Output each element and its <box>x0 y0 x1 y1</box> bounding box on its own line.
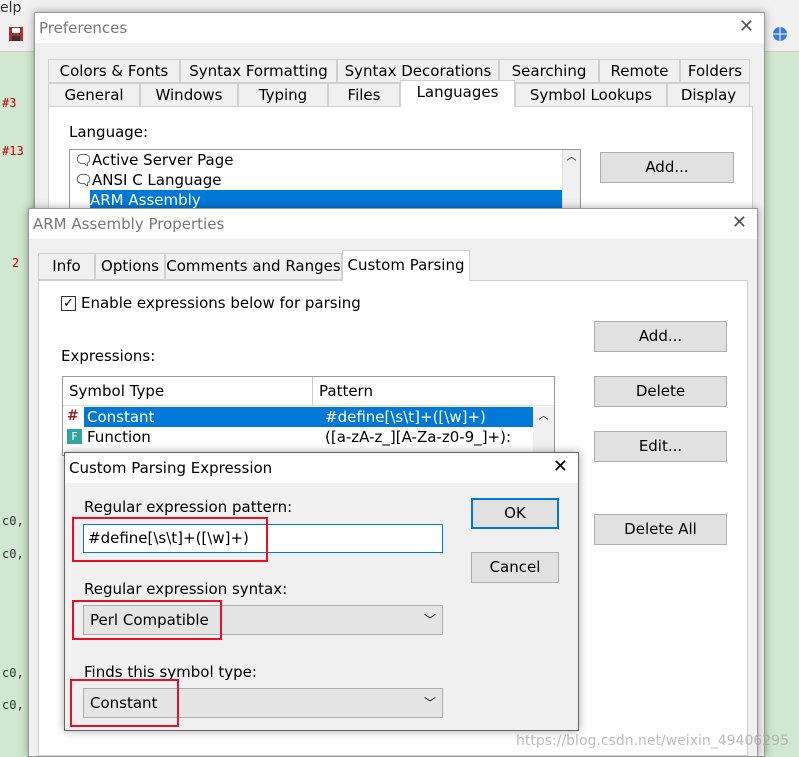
list-item[interactable]: 🗨ANSI C Language <box>70 170 563 190</box>
window-title: Preferences <box>39 19 128 37</box>
enable-checkbox[interactable]: ✓ <box>61 296 76 311</box>
enable-checkbox-label: Enable expressions below for parsing <box>81 294 361 312</box>
pattern-label: Regular expression pattern: <box>84 498 293 516</box>
expressions-label: Expressions: <box>61 347 156 365</box>
table-row[interactable]: # Constant #define[\s\t]+([\w]+) <box>63 407 533 427</box>
cell-symbol-type: Function <box>87 428 151 446</box>
edit-expression-button[interactable]: Edit... <box>594 431 727 462</box>
list-item[interactable]: 🗨Active Server Page <box>70 150 563 170</box>
tab-files[interactable]: Files <box>328 83 400 107</box>
close-icon[interactable]: ✕ <box>739 17 754 37</box>
tab-info[interactable]: Info <box>38 253 95 280</box>
tab-comments-ranges[interactable]: Comments and Ranges <box>165 253 342 280</box>
cell-pattern: ([a-zA-z_][A-Za-z0-9_]+): <box>325 428 512 446</box>
highlight-box <box>72 517 268 562</box>
delete-all-button[interactable]: Delete All <box>594 514 727 545</box>
tab-options[interactable]: Options <box>95 253 165 280</box>
code-fragment: c0, <box>2 547 24 561</box>
watermark: https://blog.csdn.net/weixin_49406295 <box>515 733 789 749</box>
gutter-number: #13 <box>2 144 24 158</box>
globe-icon[interactable] <box>772 26 788 42</box>
code-fragment: c0, <box>2 514 24 528</box>
tab-symbol-lookups[interactable]: Symbol Lookups <box>515 83 667 107</box>
code-fragment: c0, <box>2 666 24 680</box>
constant-icon: # <box>67 408 79 424</box>
save-icon[interactable] <box>8 26 24 42</box>
language-icon: 🗨 <box>74 151 94 169</box>
table-row[interactable]: F Function ([a-zA-z_][A-Za-z0-9_]+): <box>63 427 533 447</box>
language-icon: 🗨 <box>74 171 94 189</box>
tab-folders[interactable]: Folders <box>680 59 750 83</box>
highlight-box <box>70 679 179 727</box>
add-language-button[interactable]: Add... <box>600 152 734 183</box>
highlight-box <box>72 600 222 640</box>
menu-help-fragment[interactable]: elp <box>0 0 21 16</box>
tab-remote[interactable]: Remote <box>599 59 680 83</box>
close-icon[interactable]: ✕ <box>732 213 747 233</box>
delete-expression-button[interactable]: Delete <box>594 376 727 407</box>
column-header-pattern[interactable]: Pattern <box>313 377 554 406</box>
window-title: Custom Parsing Expression <box>69 459 273 477</box>
ok-button[interactable]: OK <box>471 498 559 529</box>
tab-display[interactable]: Display <box>667 83 750 107</box>
chevron-up-icon[interactable]: ︿ <box>563 150 580 166</box>
add-expression-button[interactable]: Add... <box>594 321 727 352</box>
code-fragment: c0, <box>2 698 24 712</box>
chevron-up-icon[interactable]: ︿ <box>539 411 549 422</box>
cancel-button[interactable]: Cancel <box>471 552 559 583</box>
function-icon: F <box>67 429 82 444</box>
tab-typing[interactable]: Typing <box>238 83 328 107</box>
table-scrollbar[interactable]: ︿ <box>533 407 554 455</box>
gutter-number: 2 <box>12 256 20 270</box>
cell-pattern: #define[\s\t]+([\w]+) <box>325 408 486 426</box>
language-label: Language: <box>69 123 149 141</box>
close-icon[interactable]: ✕ <box>553 457 568 477</box>
window-title: ARM Assembly Properties <box>33 215 225 233</box>
tab-languages[interactable]: Languages <box>400 80 515 107</box>
gutter-number: #3 <box>2 96 17 110</box>
syntax-label: Regular expression syntax: <box>84 580 288 598</box>
tab-windows[interactable]: Windows <box>140 83 238 107</box>
preferences-titlebar: Preferences ✕ <box>35 13 764 43</box>
dialog-titlebar: Custom Parsing Expression ✕ <box>65 453 578 483</box>
column-header-symbol-type[interactable]: Symbol Type <box>63 377 313 406</box>
tab-colors-fonts[interactable]: Colors & Fonts <box>48 59 180 83</box>
chevron-down-icon: ﹀ <box>423 696 436 710</box>
tab-general[interactable]: General <box>48 83 140 107</box>
chevron-down-icon: ﹀ <box>423 613 436 627</box>
cell-symbol-type: Constant <box>87 408 155 426</box>
tab-syntax-formatting[interactable]: Syntax Formatting <box>180 59 337 83</box>
list-item-selected[interactable]: ARM Assembly <box>90 190 563 210</box>
arm-properties-titlebar: ARM Assembly Properties ✕ <box>29 209 757 239</box>
expressions-table[interactable]: Symbol Type Pattern # Constant #define[\… <box>62 376 555 456</box>
tab-custom-parsing[interactable]: Custom Parsing <box>342 250 470 281</box>
